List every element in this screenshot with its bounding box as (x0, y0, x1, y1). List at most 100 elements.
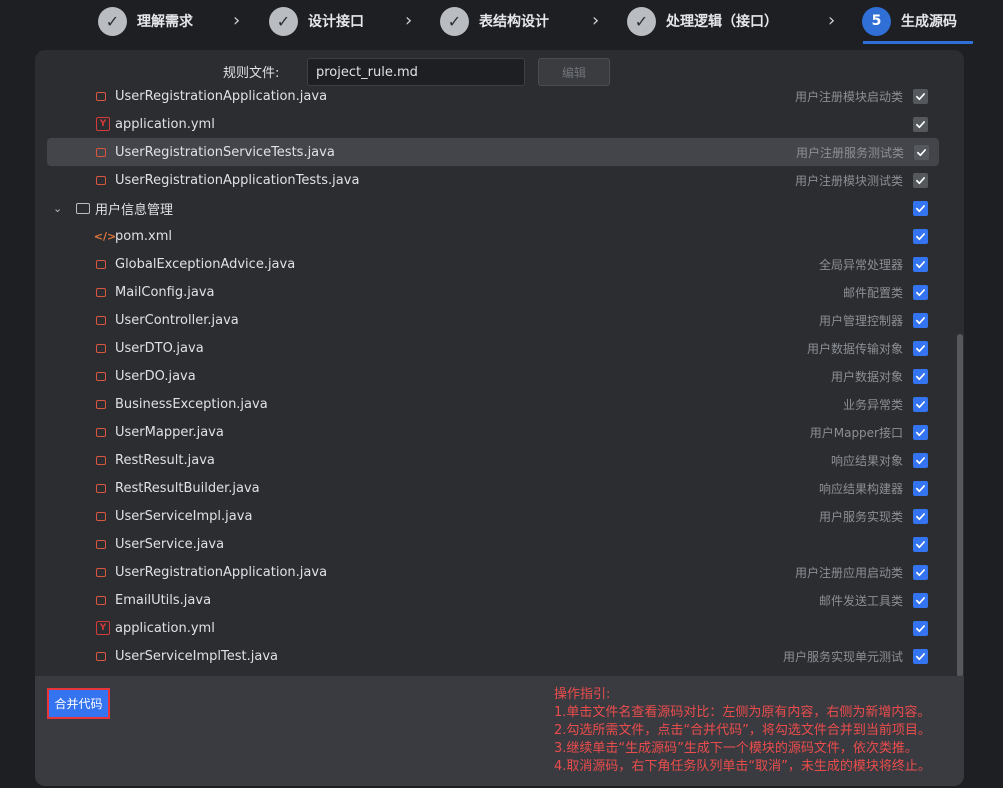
file-checkbox[interactable] (913, 312, 928, 328)
file-row[interactable]: UserServiceImpl.java 用户服务实现类 (35, 502, 950, 530)
file-row[interactable]: </> pom.xml (35, 222, 950, 250)
file-name[interactable]: UserServiceImpl.java (115, 509, 252, 524)
file-description: 全局异常处理器 (818, 257, 903, 272)
folder-row[interactable]: ⌄ 用户信息管理 (35, 194, 950, 222)
file-name[interactable]: BusinessException.java (115, 397, 268, 412)
file-checkbox[interactable] (913, 424, 928, 440)
guide-title: 操作指引: (554, 687, 611, 702)
step-understand-requirements[interactable]: ✓ 理解需求 (98, 5, 193, 37)
file-row[interactable]: GlobalExceptionAdvice.java 全局异常处理器 (35, 250, 950, 278)
file-name[interactable]: UserRegistrationApplication.java (115, 89, 327, 104)
java-file-icon (96, 371, 106, 381)
file-name[interactable]: UserService.java (115, 537, 224, 552)
file-row[interactable]: UserController.java 用户管理控制器 (35, 306, 950, 334)
step-generate-source[interactable]: 5 生成源码 (862, 5, 957, 37)
file-checkbox[interactable] (913, 620, 928, 636)
java-file-icon (96, 427, 106, 437)
file-checkbox[interactable] (913, 592, 928, 608)
file-row[interactable]: Yapplication.yml (35, 110, 950, 138)
check-icon: ✓ (627, 6, 656, 36)
file-checkbox[interactable] (913, 368, 928, 384)
file-row[interactable]: Yapplication.yml (35, 614, 950, 642)
java-file-icon (96, 315, 106, 325)
file-checkbox[interactable] (913, 480, 928, 496)
file-checkbox[interactable] (913, 228, 928, 244)
active-step-underline (863, 41, 973, 44)
folder-icon (76, 202, 90, 214)
check-icon: ✓ (98, 6, 127, 36)
file-name[interactable]: application.yml (115, 621, 215, 636)
file-checkbox[interactable] (913, 116, 928, 132)
step-label: 生成源码 (901, 14, 957, 30)
file-row[interactable]: RestResultBuilder.java 响应结果构建器 (35, 474, 950, 502)
file-name[interactable]: GlobalExceptionAdvice.java (115, 257, 295, 272)
chevron-right-icon: › (828, 10, 836, 31)
file-checkbox[interactable] (913, 256, 928, 272)
file-name[interactable]: pom.xml (115, 229, 172, 244)
file-checkbox[interactable] (913, 536, 928, 552)
file-name[interactable]: RestResult.java (115, 453, 215, 468)
java-file-icon (96, 483, 106, 493)
file-checkbox[interactable] (913, 88, 928, 104)
file-name[interactable]: UserController.java (115, 313, 239, 328)
file-name[interactable]: RestResultBuilder.java (115, 481, 260, 496)
file-name[interactable]: UserServiceImplTest.java (115, 649, 278, 664)
step-label: 处理逻辑（接口） (666, 14, 778, 30)
file-checkbox[interactable] (913, 508, 928, 524)
file-name[interactable]: UserRegistrationServiceTests.java (115, 145, 335, 160)
file-description: 用户服务实现类 (818, 509, 903, 524)
file-row[interactable]: UserRegistrationServiceTests.java 用户注册服务测… (47, 138, 939, 166)
file-name[interactable]: MailConfig.java (115, 285, 215, 300)
file-name[interactable]: 用户信息管理 (95, 199, 173, 218)
file-row[interactable]: UserDO.java 用户数据对象 (35, 362, 950, 390)
edit-button[interactable]: 编辑 (538, 58, 610, 86)
file-row[interactable]: RestResult.java 响应结果对象 (35, 446, 950, 474)
file-name[interactable]: UserRegistrationApplication.java (115, 565, 327, 580)
chevron-down-icon[interactable]: ⌄ (53, 202, 62, 215)
java-file-icon (96, 511, 106, 521)
file-row[interactable]: EmailUtils.java 邮件发送工具类 (35, 586, 950, 614)
file-description: 邮件配置类 (842, 285, 903, 300)
file-name[interactable]: EmailUtils.java (115, 593, 211, 608)
file-checkbox[interactable] (913, 200, 928, 216)
file-row[interactable]: BusinessException.java 业务异常类 (35, 390, 950, 418)
file-row[interactable]: UserServiceImplTest.java 用户服务实现单元测试 (35, 642, 950, 670)
file-row[interactable]: UserMapper.java 用户Mapper接口 (35, 418, 950, 446)
file-name[interactable]: UserRegistrationApplicationTests.java (115, 173, 359, 188)
check-icon: ✓ (440, 6, 469, 36)
file-checkbox[interactable] (913, 284, 928, 300)
file-row[interactable]: UserRegistrationApplicationTests.java 用户注… (35, 166, 950, 194)
step-processing-logic[interactable]: ✓ 处理逻辑（接口） (627, 5, 778, 37)
step-table-design[interactable]: ✓ 表结构设计 (440, 5, 549, 37)
file-checkbox[interactable] (913, 452, 928, 468)
file-name[interactable]: UserDTO.java (115, 341, 204, 356)
guide-line: 3.继续单击“生成源码”生成下一个模块的源码文件，依次类推。 (554, 741, 918, 756)
file-checkbox[interactable] (913, 340, 928, 356)
file-name[interactable]: UserMapper.java (115, 425, 224, 440)
file-checkbox[interactable] (914, 144, 929, 160)
file-name[interactable]: UserDO.java (115, 369, 196, 384)
file-row[interactable]: MailConfig.java 邮件配置类 (35, 278, 950, 306)
scrollbar[interactable] (957, 334, 963, 677)
file-row[interactable]: UserService.java (35, 530, 950, 558)
file-row[interactable]: UserDTO.java 用户数据传输对象 (35, 334, 950, 362)
stepper: ✓ 理解需求 › ✓ 设计接口 › ✓ 表结构设计 › ✓ 处理逻辑（接口） ›… (0, 0, 1003, 46)
file-checkbox[interactable] (913, 648, 928, 664)
file-name[interactable]: application.yml (115, 117, 215, 132)
file-checkbox[interactable] (913, 396, 928, 412)
merge-code-button[interactable]: 合并代码 (47, 688, 110, 719)
java-file-icon (96, 651, 106, 661)
file-row[interactable]: UserRegistrationApplication.java 用户注册应用启动… (35, 558, 950, 586)
file-checkbox[interactable] (913, 564, 928, 580)
file-checkbox[interactable] (913, 172, 928, 188)
file-description: 用户数据传输对象 (806, 341, 903, 356)
step-number: 5 (862, 6, 891, 36)
yaml-file-icon: Y (96, 621, 110, 635)
rule-file-input[interactable]: project_rule.md (307, 58, 525, 86)
step-label: 表结构设计 (479, 14, 549, 30)
file-description: 用户服务实现单元测试 (782, 649, 903, 664)
java-file-icon (96, 539, 106, 549)
step-design-interface[interactable]: ✓ 设计接口 (269, 5, 364, 37)
file-description: 业务异常类 (842, 397, 903, 412)
file-description: 用户注册应用启动类 (794, 565, 903, 580)
